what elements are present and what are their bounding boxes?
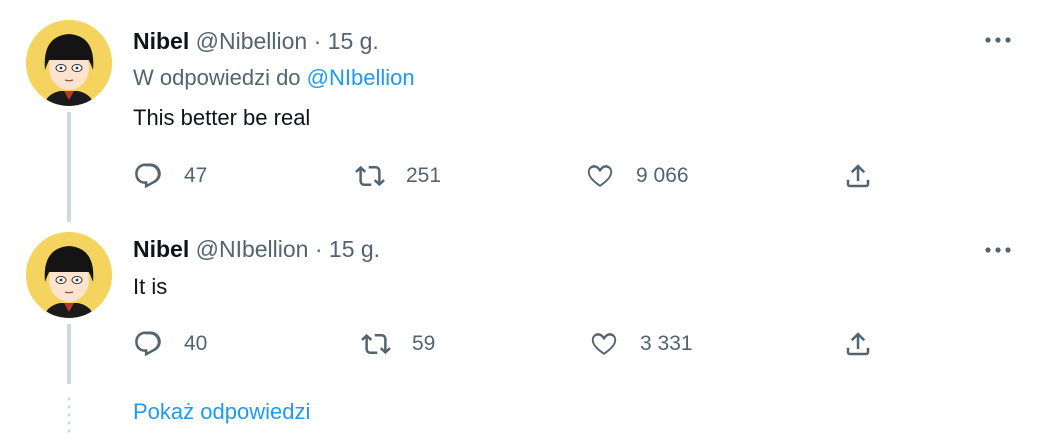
avatar[interactable] xyxy=(26,232,112,318)
like-button[interactable]: 3 331 xyxy=(586,324,693,364)
tweet[interactable]: Nibel @NIbellion · 15 g. It is 40 59 3 3… xyxy=(0,220,1042,390)
author-handle[interactable]: @NIbellion xyxy=(196,236,309,262)
retweet-button[interactable]: 251 xyxy=(352,156,441,196)
tweet-header: Nibel @Nibellion · 15 g. xyxy=(133,27,379,55)
tweet-actions: 47 251 9 066 xyxy=(130,156,890,196)
reply-icon xyxy=(130,158,166,194)
reply-count: 40 xyxy=(184,332,208,355)
reply-prefix: W odpowiedzi do xyxy=(133,65,307,90)
more-options-button[interactable] xyxy=(980,232,1016,268)
reply-context: W odpowiedzi do @NIbellion xyxy=(133,64,415,92)
heart-icon xyxy=(586,326,622,362)
share-button[interactable] xyxy=(840,324,876,364)
separator: · xyxy=(307,28,328,54)
author-handle[interactable]: @Nibellion xyxy=(196,28,308,54)
timestamp[interactable]: 15 g. xyxy=(329,236,380,262)
share-icon xyxy=(840,326,876,362)
share-icon xyxy=(840,158,876,194)
avatar[interactable] xyxy=(26,20,112,106)
share-button[interactable] xyxy=(840,156,876,196)
retweet-icon xyxy=(358,326,394,362)
retweet-count: 251 xyxy=(406,164,442,187)
heart-icon xyxy=(582,158,618,194)
thread-dots xyxy=(67,395,71,435)
reply-button[interactable]: 47 xyxy=(130,156,207,196)
tweet-text: This better be real xyxy=(133,105,311,130)
author-name[interactable]: Nibel xyxy=(133,28,189,54)
more-icon xyxy=(985,37,1011,43)
like-count: 9 066 xyxy=(636,164,689,187)
like-count: 3 331 xyxy=(640,332,693,355)
timestamp[interactable]: 15 g. xyxy=(328,28,379,54)
retweet-icon xyxy=(352,158,388,194)
thread-line xyxy=(67,112,71,222)
thread-line xyxy=(67,324,71,384)
avatar-image xyxy=(26,232,112,318)
tweet[interactable]: Nibel @Nibellion · 15 g. W odpowiedzi do… xyxy=(0,0,1042,222)
reply-mention-link[interactable]: @NIbellion xyxy=(307,65,415,90)
avatar-image xyxy=(26,20,112,106)
retweet-button[interactable]: 59 xyxy=(358,324,435,364)
retweet-count: 59 xyxy=(412,332,436,355)
more-options-button[interactable] xyxy=(980,22,1016,58)
show-replies-link[interactable]: Pokaż odpowiedzi xyxy=(133,398,310,426)
separator: · xyxy=(308,236,329,262)
tweet-actions: 40 59 3 331 xyxy=(130,324,890,364)
tweet-text: It is xyxy=(133,274,168,299)
reply-icon xyxy=(130,326,166,362)
reply-count: 47 xyxy=(184,164,208,187)
like-button[interactable]: 9 066 xyxy=(582,156,689,196)
author-name[interactable]: Nibel xyxy=(133,236,189,262)
reply-button[interactable]: 40 xyxy=(130,324,207,364)
more-icon xyxy=(985,247,1011,253)
tweet-header: Nibel @NIbellion · 15 g. xyxy=(133,235,380,263)
